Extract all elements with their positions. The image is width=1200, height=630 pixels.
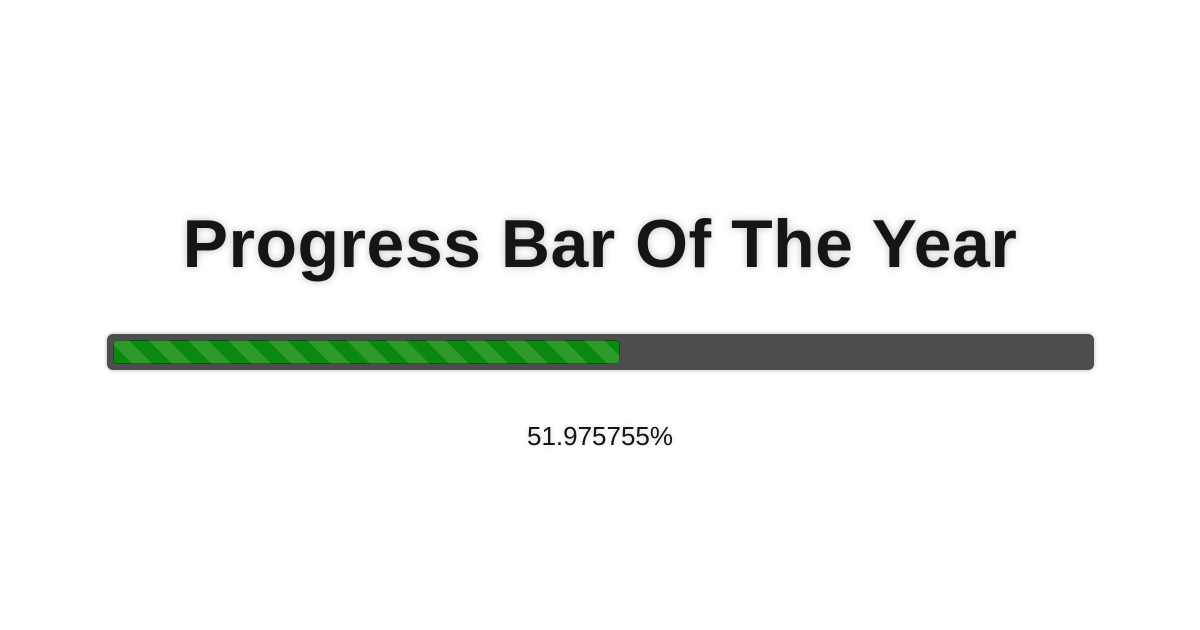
progress-track (107, 334, 1094, 370)
page-title: Progress Bar Of The Year (182, 206, 1018, 282)
progress-fill (113, 340, 620, 364)
progress-percent-label: 51.975755% (526, 421, 674, 451)
page: Progress Bar Of The Year 51.975755% (0, 0, 1200, 630)
